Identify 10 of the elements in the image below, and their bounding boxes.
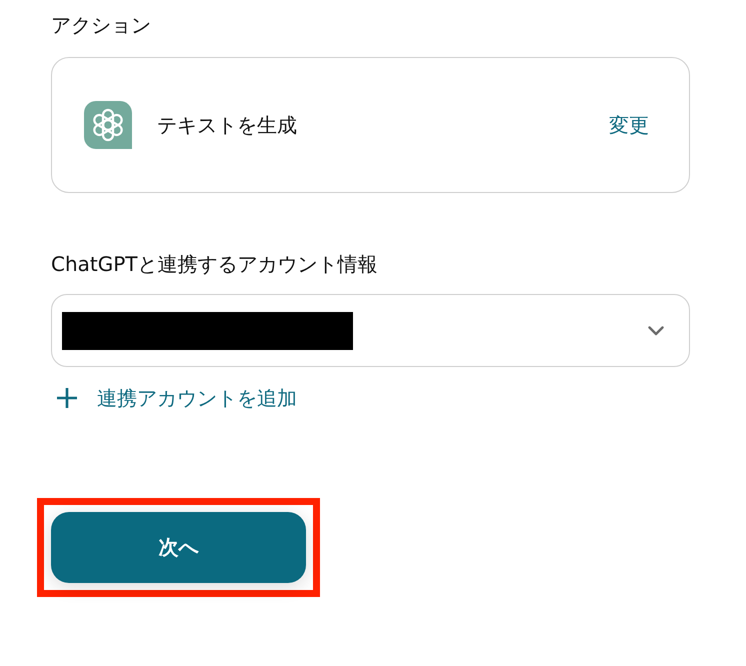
account-select[interactable] [51,294,690,367]
chevron-down-icon [648,326,664,336]
next-button[interactable]: 次へ [51,512,306,583]
section-heading: アクション [51,12,151,39]
action-name: テキストを生成 [157,112,298,139]
account-label: ChatGPTと連携するアカウント情報 [51,251,378,278]
change-link[interactable]: 変更 [609,111,649,139]
add-account-link[interactable]: 連携アカウントを追加 [51,384,297,412]
plus-icon [57,388,77,408]
knot-logo-icon [84,101,132,149]
